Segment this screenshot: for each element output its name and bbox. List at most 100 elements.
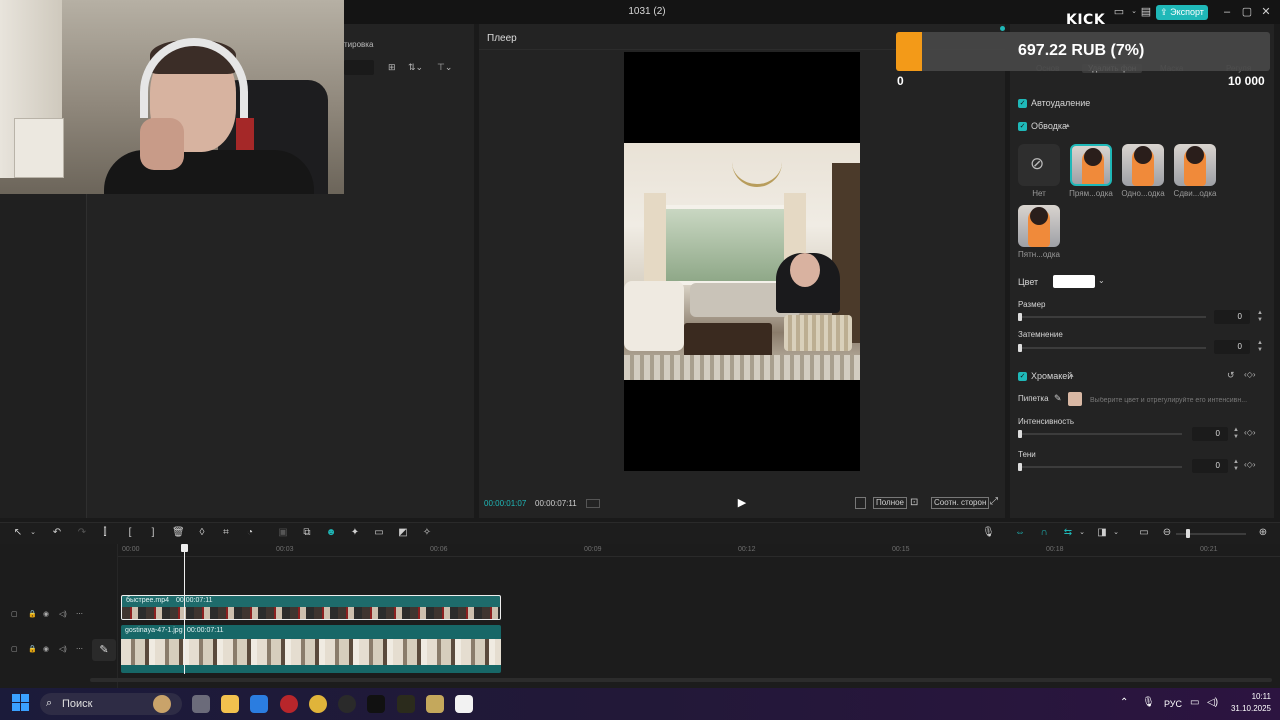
- color-swatch[interactable]: [1053, 275, 1095, 288]
- mirror-icon[interactable]: ⧉: [301, 527, 313, 539]
- chevron-down-icon[interactable]: ⌄: [1110, 527, 1122, 539]
- more-icon[interactable]: ⋯: [76, 645, 83, 653]
- shade-slider-knob[interactable]: [1018, 344, 1022, 352]
- timeline-ruler[interactable]: [118, 556, 1280, 557]
- video-clip[interactable]: быстрее.mp4 00:00:07:11: [121, 595, 501, 620]
- delete-icon[interactable]: 🗑: [172, 527, 185, 539]
- video-frame[interactable]: [624, 143, 860, 380]
- trim-right-icon[interactable]: ]: [147, 527, 159, 539]
- file-explorer-icon[interactable]: [221, 695, 239, 713]
- remove-bg-tool-icon[interactable]: ☻: [325, 527, 337, 539]
- eye-icon[interactable]: ◉: [43, 610, 49, 618]
- chevron-up-icon[interactable]: ▴: [1070, 371, 1074, 379]
- link-icon[interactable]: ⇆: [1062, 527, 1074, 539]
- track-cover-icon[interactable]: ▢: [11, 610, 18, 618]
- media-search-input[interactable]: [344, 60, 374, 75]
- track-cover-icon[interactable]: ▢: [11, 645, 18, 653]
- sort-icon[interactable]: ⇅⌄: [408, 62, 423, 73]
- crop-icon[interactable]: ⌗: [220, 527, 232, 539]
- chevron-down-icon[interactable]: ⌄: [1076, 527, 1088, 539]
- tray-language[interactable]: РУС: [1164, 699, 1182, 709]
- select-tool-icon[interactable]: ↖: [12, 527, 24, 539]
- microphone-icon[interactable]: 🎙: [982, 527, 995, 539]
- shadow-slider-knob[interactable]: [1018, 463, 1022, 471]
- filter-icon[interactable]: ⊤⌄: [437, 62, 452, 73]
- lock-icon[interactable]: 🔒: [28, 610, 37, 618]
- intensity-input[interactable]: 0: [1192, 427, 1228, 441]
- chevron-down-icon[interactable]: ⌄: [1098, 276, 1105, 285]
- preview-axis-icon[interactable]: ◨: [1096, 527, 1108, 539]
- size-stepper[interactable]: ▲ ▼: [1256, 310, 1264, 324]
- split-icon[interactable]: ⫿: [99, 527, 111, 539]
- tab-edit[interactable]: стировка: [340, 40, 373, 49]
- close-icon[interactable]: ✕: [1258, 5, 1274, 19]
- tray-volume-icon[interactable]: ◁): [1207, 697, 1218, 708]
- stroke-option-straight[interactable]: [1070, 144, 1112, 186]
- app-bolt-icon[interactable]: [397, 695, 415, 713]
- tray-mic-icon[interactable]: 🎙: [1142, 697, 1155, 708]
- magic-icon[interactable]: ✦: [349, 527, 361, 539]
- reset-icon[interactable]: ↺: [1227, 370, 1235, 381]
- stroke-checkbox[interactable]: ✓: [1018, 122, 1027, 131]
- fullscreen-icon[interactable]: ⤢: [990, 496, 998, 507]
- trim-left-icon[interactable]: [: [124, 527, 136, 539]
- shadow-stepper[interactable]: ▲ ▼: [1232, 459, 1240, 473]
- more-icon[interactable]: ⋯: [76, 610, 83, 618]
- play-button[interactable]: ▶: [735, 496, 749, 510]
- zoom-slider-knob[interactable]: [1186, 529, 1190, 538]
- volume-icon[interactable]: ◁): [59, 645, 67, 653]
- sparkle-icon[interactable]: ✧: [421, 527, 433, 539]
- playhead-handle[interactable]: [181, 544, 188, 552]
- image-edit-icon[interactable]: ◩: [397, 527, 409, 539]
- chevron-down-icon[interactable]: ⌄: [27, 527, 39, 539]
- tray-date[interactable]: 31.10.2025: [1229, 704, 1271, 713]
- caption-icon[interactable]: ▭: [373, 527, 385, 539]
- timeline-mode-icon[interactable]: [586, 499, 600, 508]
- keyframe-icon[interactable]: ‹◇›: [1244, 428, 1255, 437]
- tray-network-icon[interactable]: ▭: [1190, 697, 1199, 708]
- chroma-checkbox[interactable]: ✓: [1018, 372, 1027, 381]
- stroke-none-option[interactable]: ⊘: [1018, 144, 1060, 186]
- screenshot-icon[interactable]: ⊡: [910, 497, 918, 508]
- search-highlight-icon[interactable]: [153, 695, 171, 713]
- shadow-slider[interactable]: [1020, 466, 1182, 468]
- windows-start-button[interactable]: [12, 694, 30, 712]
- layout-icon[interactable]: ▭: [1111, 5, 1127, 19]
- intensity-slider-knob[interactable]: [1018, 430, 1022, 438]
- zoom-out-icon[interactable]: ⊖: [1161, 527, 1173, 539]
- magnet-icon[interactable]: ∩: [1038, 527, 1050, 539]
- shade-input[interactable]: 0: [1214, 340, 1250, 354]
- shield-icon[interactable]: ◊: [196, 527, 208, 539]
- shadow-input[interactable]: 0: [1192, 459, 1228, 473]
- maximize-icon[interactable]: ▢: [1239, 5, 1255, 19]
- chevron-up-icon[interactable]: ▴: [1066, 121, 1070, 129]
- freeze-icon[interactable]: ▣: [277, 527, 289, 539]
- mail-icon[interactable]: [250, 695, 268, 713]
- eye-icon[interactable]: ◉: [43, 645, 49, 653]
- tiktok-icon[interactable]: [367, 695, 385, 713]
- app-media-icon[interactable]: [426, 695, 444, 713]
- timeline-scrollbar[interactable]: [90, 678, 1272, 682]
- caption-toggle-icon[interactable]: ▭: [1138, 527, 1150, 539]
- size-slider-knob[interactable]: [1018, 313, 1022, 321]
- app-red-icon[interactable]: [280, 695, 298, 713]
- full-quality-button[interactable]: Полное: [873, 497, 908, 509]
- redo-icon[interactable]: ↷: [76, 527, 88, 539]
- size-slider[interactable]: [1020, 316, 1206, 318]
- tray-time[interactable]: 10:11: [1247, 692, 1271, 701]
- capcut-icon[interactable]: [455, 695, 473, 713]
- zoom-in-icon[interactable]: ⊕: [1257, 527, 1269, 539]
- export-button[interactable]: ⇪ Экспорт: [1156, 5, 1208, 20]
- size-input[interactable]: 0: [1214, 310, 1250, 324]
- aspect-ratio-button[interactable]: Соотн. сторон: [931, 497, 990, 509]
- image-clip[interactable]: gostinaya-47-1.jpg 00:00:07:11: [121, 625, 501, 673]
- intensity-stepper[interactable]: ▲ ▼: [1232, 427, 1240, 441]
- edit-cover-button[interactable]: ✎: [92, 639, 116, 661]
- speed-icon[interactable]: ◔: [244, 527, 256, 539]
- volume-icon[interactable]: ◁): [59, 610, 67, 618]
- auto-remove-checkbox[interactable]: ✓: [1018, 99, 1027, 108]
- keyframe-icon[interactable]: ‹◇›: [1244, 370, 1255, 379]
- picker-color-swatch[interactable]: [1068, 392, 1082, 406]
- chrome-icon[interactable]: [309, 695, 327, 713]
- view-toggle-icon[interactable]: ⊞: [388, 62, 396, 73]
